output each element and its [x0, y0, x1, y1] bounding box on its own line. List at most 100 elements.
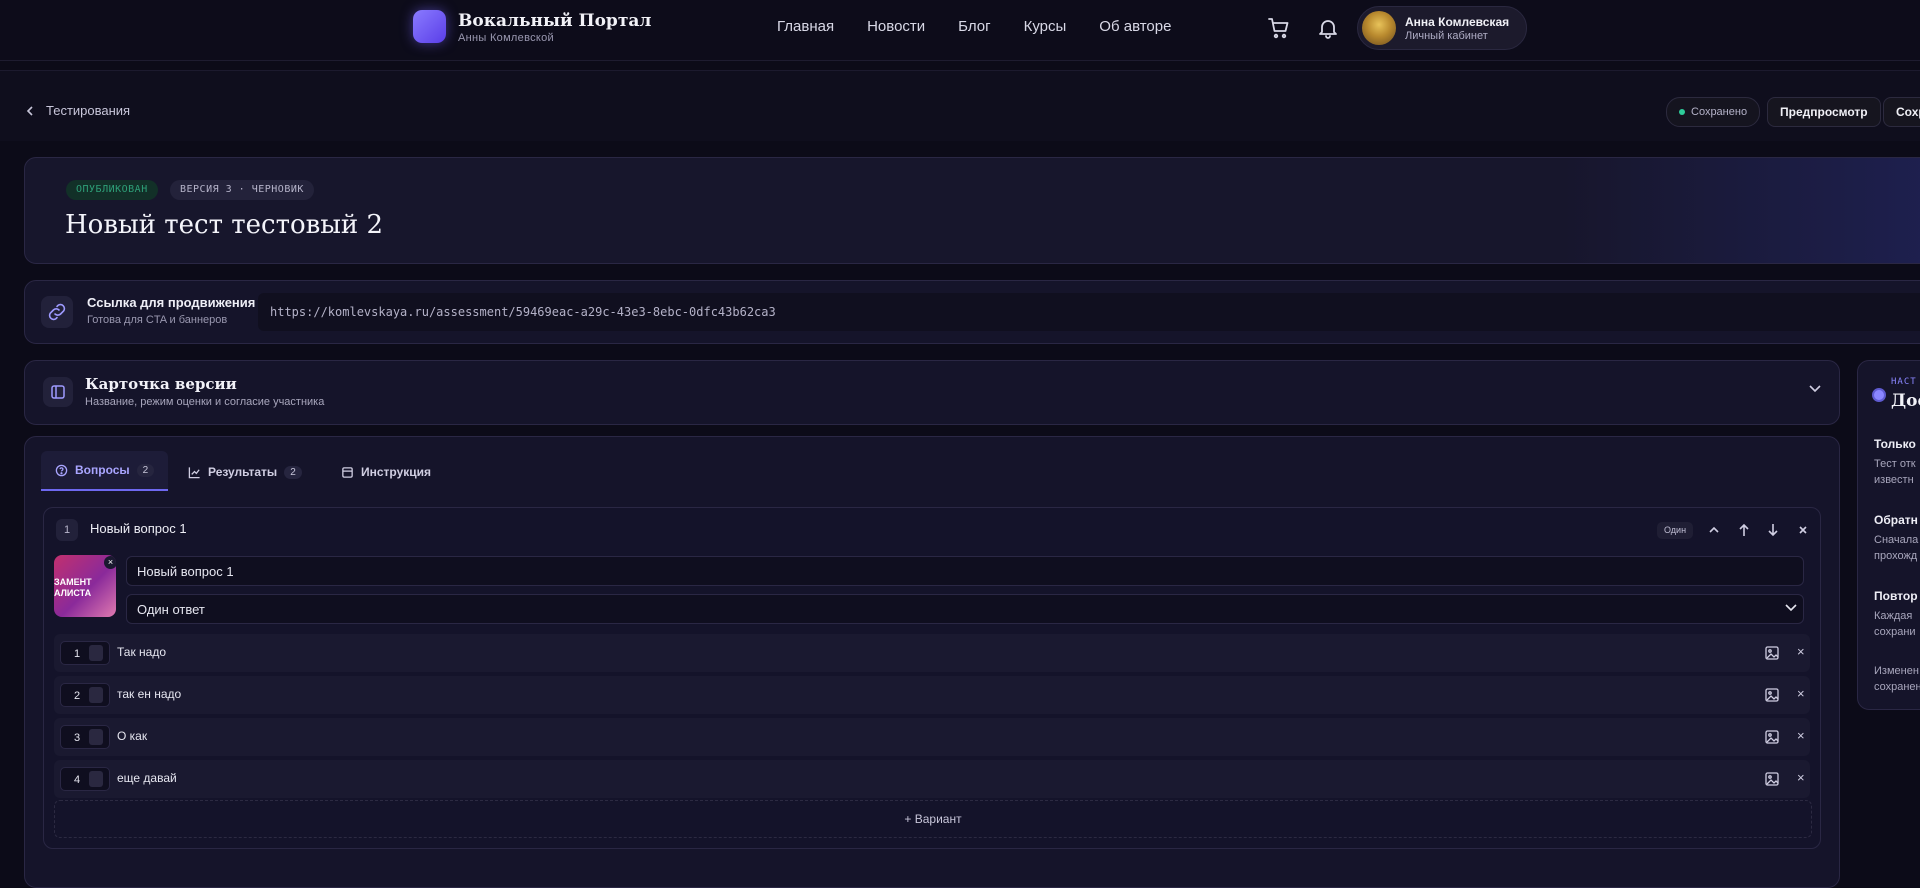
image-icon[interactable]: [1764, 771, 1780, 787]
option-order-stepper[interactable]: 2: [60, 683, 110, 707]
question-image[interactable]: ЗАМЕНТ АЛИСТА ×: [54, 555, 116, 617]
chart-line-icon: [188, 466, 200, 478]
option-order-stepper[interactable]: 1: [60, 641, 110, 665]
status-badge: ОПУБЛИКОВАН: [66, 180, 158, 200]
nav-link-courses[interactable]: Курсы: [1024, 18, 1067, 36]
version-card-subtitle: Название, режим оценки и согласие участн…: [85, 396, 325, 408]
back-link[interactable]: Тестирования: [26, 103, 130, 118]
brand-logo[interactable]: [413, 10, 446, 43]
question-card: 1 Новый вопрос 1 Один ЗАМЕНТ АЛИСТА × Но…: [43, 507, 1821, 849]
add-option-button[interactable]: + Вариант: [54, 800, 1812, 838]
settings-item-text: Изменен: [1874, 665, 1919, 677]
tab-label: Инструкция: [361, 465, 432, 479]
option-text[interactable]: так ен надо: [117, 687, 181, 701]
question-type-badge: Один: [1657, 522, 1694, 539]
option-order-stepper[interactable]: 4: [60, 767, 110, 791]
image-icon[interactable]: [1764, 645, 1780, 661]
status-dot-icon: [1679, 109, 1685, 115]
user-menu[interactable]: Анна Комлевская Личный кабинет: [1357, 6, 1527, 50]
collapse-chevron-up-icon[interactable]: [1705, 521, 1723, 539]
user-name: Анна Комлевская: [1405, 15, 1510, 29]
link-icon: [41, 296, 73, 328]
remove-image-icon[interactable]: ×: [104, 556, 116, 569]
version-card[interactable]: Карточка версии Название, режим оценки и…: [24, 360, 1840, 425]
option-order-value: 2: [74, 690, 81, 702]
cart-icon[interactable]: [1267, 16, 1291, 40]
question-title: Новый вопрос 1: [90, 521, 187, 536]
promo-subtitle: Готова для CTA и баннеров: [87, 314, 228, 326]
nav-link-about[interactable]: Об авторе: [1099, 18, 1171, 36]
tab-label: Результаты: [208, 465, 278, 479]
document-icon: [342, 466, 353, 478]
stepper-arrows-icon[interactable]: [89, 687, 103, 703]
tab-count: 2: [284, 465, 302, 479]
nav-link-home[interactable]: Главная: [777, 18, 834, 36]
tab-count: 2: [136, 463, 155, 477]
option-order-value: 1: [74, 648, 81, 660]
settings-item-text: Тест отк: [1874, 458, 1916, 470]
version-card-title: Карточка версии: [85, 375, 237, 393]
settings-kicker: НАСТ: [1891, 377, 1917, 387]
answer-option: 4 еще давай ×: [54, 760, 1810, 798]
settings-item-text: сохрани: [1874, 626, 1916, 638]
promo-url-field[interactable]: https://komlevskaya.ru/assessment/59469e…: [258, 293, 1920, 331]
settings-item-text: прохожд: [1874, 550, 1918, 562]
image-icon[interactable]: [1764, 687, 1780, 703]
option-text[interactable]: еще давай: [117, 771, 177, 785]
settings-item-heading: Повтор: [1874, 589, 1918, 603]
promo-link-card: Ссылка для продвижения Готова для CTA и …: [24, 280, 1920, 344]
preview-button[interactable]: Предпросмотр: [1767, 97, 1881, 127]
remove-option-icon[interactable]: ×: [1797, 686, 1805, 701]
brand[interactable]: Вокальный Портал Анны Комлевской: [458, 10, 651, 44]
settings-item-text: сохранен: [1874, 681, 1920, 693]
image-icon[interactable]: [1764, 729, 1780, 745]
stepper-arrows-icon[interactable]: [89, 771, 103, 787]
question-image-text: ЗАМЕНТ АЛИСТА: [54, 577, 92, 598]
version-badge: ВЕРСИЯ 3 · ЧЕРНОВИК: [170, 180, 314, 200]
move-to-top-icon[interactable]: [1735, 521, 1753, 539]
question-text-input[interactable]: Новый вопрос 1: [126, 556, 1804, 586]
remove-option-icon[interactable]: ×: [1797, 644, 1805, 659]
answer-mode-select[interactable]: Один ответ: [126, 594, 1804, 624]
question-number: 1: [56, 519, 78, 541]
delete-question-icon[interactable]: [1794, 521, 1812, 539]
top-navigation-bar: Вокальный Портал Анны Комлевской Главная…: [0, 0, 1920, 61]
option-text[interactable]: Так надо: [117, 645, 166, 659]
answer-option: 2 так ен надо ×: [54, 676, 1810, 714]
avatar: [1362, 11, 1396, 45]
user-cabinet-label: Личный кабинет: [1405, 30, 1488, 42]
stepper-arrows-icon[interactable]: [89, 645, 103, 661]
tab-instruction[interactable]: Инструкция: [341, 455, 431, 489]
back-link-label: Тестирования: [46, 103, 131, 118]
tab-results[interactable]: Результаты 2: [188, 455, 302, 489]
option-order-value: 3: [74, 732, 81, 744]
main-nav: Главная Новости Блог Курсы Об авторе: [777, 18, 1204, 36]
option-order-stepper[interactable]: 3: [60, 725, 110, 749]
bell-icon[interactable]: [1316, 16, 1340, 40]
settings-item-heading: Только: [1874, 437, 1916, 451]
move-down-icon[interactable]: [1764, 521, 1782, 539]
option-text[interactable]: О как: [117, 729, 147, 743]
promo-title: Ссылка для продвижения: [87, 295, 256, 310]
save-button[interactable]: Сохр: [1883, 97, 1920, 127]
answer-option: 3 О как ×: [54, 718, 1810, 756]
nav-link-blog[interactable]: Блог: [958, 18, 990, 36]
page-title: Новый тест тестовый 2: [65, 210, 384, 240]
chevron-down-icon[interactable]: [1809, 385, 1821, 393]
answer-mode-value: Один ответ: [137, 602, 205, 617]
settings-item-heading: Обратн: [1874, 513, 1918, 527]
remove-option-icon[interactable]: ×: [1797, 770, 1805, 785]
stepper-arrows-icon[interactable]: [89, 729, 103, 745]
save-status-badge: Сохранено: [1666, 97, 1761, 127]
question-circle-icon: [55, 464, 68, 476]
settings-title: Дос: [1891, 391, 1920, 411]
remove-option-icon[interactable]: ×: [1797, 728, 1805, 743]
brand-title: Вокальный Портал: [458, 11, 652, 31]
sidebar-panel-icon: [43, 377, 73, 407]
test-header-card: ОПУБЛИКОВАН ВЕРСИЯ 3 · ЧЕРНОВИК Новый те…: [24, 157, 1920, 264]
settings-item-text: известн: [1874, 474, 1914, 486]
nav-link-news[interactable]: Новости: [867, 18, 925, 36]
editor-toolbar: [0, 70, 1920, 141]
chevron-down-icon: [1785, 604, 1797, 612]
tab-questions[interactable]: Вопросы 2: [41, 451, 169, 491]
